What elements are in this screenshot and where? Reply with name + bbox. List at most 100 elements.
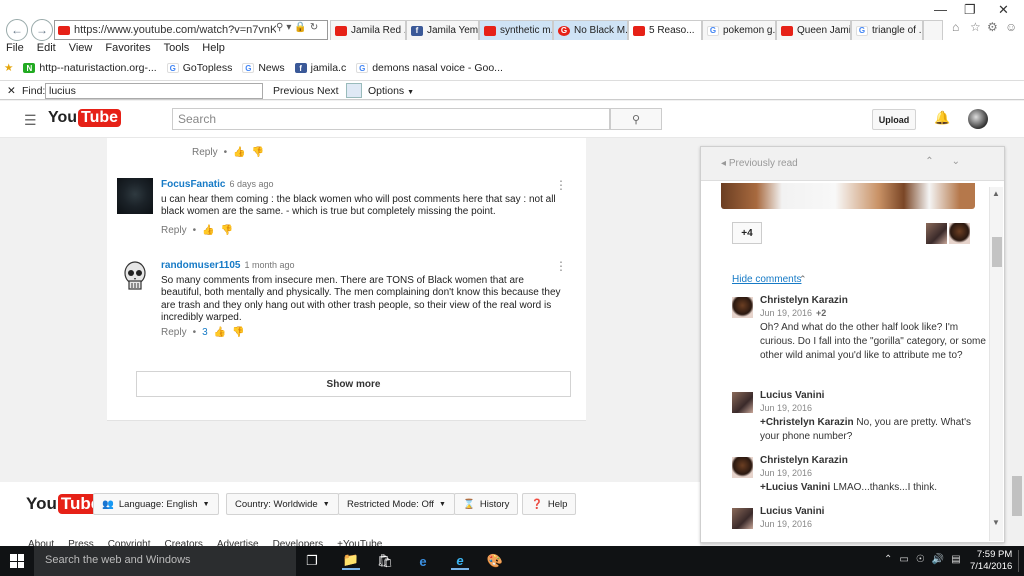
favorites-star-icon[interactable]: ☆ <box>970 20 981 34</box>
volume-icon[interactable]: 🔊 <box>932 554 944 565</box>
system-clock[interactable]: 7:59 PM 7/14/2016 <box>970 549 1012 573</box>
file-explorer-icon[interactable]: 📁 <box>342 552 360 570</box>
search-input[interactable]: Search <box>172 108 610 130</box>
mention-link[interactable]: +Christelyn Karazin <box>760 417 854 428</box>
more-people-button[interactable]: +4 <box>732 222 762 244</box>
comment-author[interactable]: Lucius Vanini <box>760 390 986 401</box>
taskbar-search-input[interactable]: Search the web and Windows <box>34 546 296 576</box>
avatar[interactable] <box>949 223 970 244</box>
battery-icon[interactable]: ▭ <box>899 554 908 565</box>
comment-time[interactable]: 6 days ago <box>229 179 273 189</box>
upload-button[interactable]: Upload <box>872 109 916 130</box>
wifi-icon[interactable]: ☉ <box>916 554 925 565</box>
browser-tab[interactable]: Gtriangle of ... <box>851 20 923 40</box>
scrollbar-thumb[interactable] <box>1012 476 1022 516</box>
smiley-icon[interactable]: ☺ <box>1005 20 1017 34</box>
menu-file[interactable]: File <box>6 42 24 54</box>
minimize-icon[interactable]: — <box>934 2 947 17</box>
thumbs-up-icon[interactable]: 👍 <box>233 147 245 158</box>
guide-menu-icon[interactable]: ☰ <box>24 112 37 129</box>
windows-start-icon[interactable] <box>10 554 24 568</box>
browser-tab[interactable]: G No Black M... <box>553 20 628 40</box>
show-desktop-button[interactable] <box>1018 550 1019 572</box>
comment-author[interactable]: FocusFanatic <box>161 179 225 190</box>
thumbs-up-icon[interactable]: 👍 <box>214 327 226 338</box>
notification-thumbnail[interactable] <box>721 183 975 209</box>
chevron-up-icon[interactable]: ▲ <box>992 189 1000 198</box>
browser-tab[interactable]: synthetic m... <box>479 20 553 40</box>
menu-favorites[interactable]: Favorites <box>105 42 150 54</box>
chevron-down-icon[interactable]: ⌄ <box>952 156 978 167</box>
thumbs-down-icon[interactable]: 👎 <box>221 225 233 236</box>
menu-help[interactable]: Help <box>202 42 225 54</box>
reply-button[interactable]: Reply <box>161 327 187 338</box>
browser-tab-active[interactable]: 5 Reaso...× <box>628 20 702 40</box>
history-button[interactable]: ⌛ History <box>454 493 519 515</box>
skull-avatar[interactable] <box>117 259 153 295</box>
show-more-button[interactable]: Show more <box>136 371 571 397</box>
avatar[interactable] <box>732 457 753 478</box>
browser-tab[interactable]: Queen Jami... <box>776 20 851 40</box>
avatar[interactable] <box>732 297 753 318</box>
favorites-star-icon[interactable]: ★ <box>4 62 13 74</box>
comment-author[interactable]: Christelyn Karazin <box>760 455 986 466</box>
notifications-icon[interactable]: ▤ <box>951 554 960 565</box>
reply-button[interactable]: Reply <box>161 225 187 236</box>
favorite-link[interactable]: G News <box>242 62 285 74</box>
previously-read-button[interactable]: ◂ Previously read <box>721 158 798 169</box>
new-tab-button[interactable] <box>923 20 943 40</box>
find-previous-button[interactable]: Previous <box>273 85 314 97</box>
menu-tools[interactable]: Tools <box>164 42 190 54</box>
comment-author[interactable]: randomuser1105 <box>161 260 241 271</box>
mention-link[interactable]: +Lucius Vanini <box>760 482 830 493</box>
restore-icon[interactable]: ❐ <box>964 2 976 18</box>
paint-icon[interactable]: 🎨 <box>486 552 504 570</box>
account-avatar[interactable] <box>968 109 988 129</box>
reply-count[interactable]: 3 <box>202 327 208 338</box>
language-button[interactable]: 👥 Language: English ▼ <box>93 493 219 515</box>
store-icon[interactable]: 🛍 <box>376 552 394 570</box>
browser-tab[interactable]: f Jamila Yem... <box>406 20 479 40</box>
comment-author[interactable]: Lucius Vanini <box>760 506 986 517</box>
close-window-icon[interactable]: ✕ <box>998 2 1009 18</box>
find-next-button[interactable]: Next <box>317 85 339 97</box>
edge-icon[interactable]: e <box>414 552 432 570</box>
more-options-icon[interactable]: ⋮ <box>555 259 567 273</box>
menu-edit[interactable]: Edit <box>37 42 56 54</box>
avatar[interactable] <box>732 392 753 413</box>
chevron-up-icon[interactable]: ⌃ <box>925 156 951 167</box>
favorite-link[interactable]: Nhttp--naturistaction.org-... <box>23 62 157 74</box>
scrollbar-thumb[interactable] <box>992 237 1002 267</box>
back-button[interactable]: ← <box>6 19 28 41</box>
youtube-logo[interactable]: You Tube <box>48 109 122 127</box>
hide-comments-link[interactable]: Hide comments <box>732 274 801 285</box>
search-button[interactable]: ⚲ <box>610 108 662 130</box>
thumbs-down-icon[interactable]: 👎 <box>252 147 264 158</box>
reply-button[interactable]: Reply <box>192 147 218 158</box>
country-button[interactable]: Country: Worldwide ▼ <box>226 493 339 515</box>
page-scrollbar[interactable] <box>1010 138 1024 545</box>
comment-time[interactable]: 1 month ago <box>245 260 295 270</box>
highlight-icon[interactable] <box>346 83 362 98</box>
comment-author[interactable]: Christelyn Karazin <box>760 295 986 306</box>
refresh-icon[interactable]: ↻ <box>310 22 321 33</box>
help-button[interactable]: ❓ Help <box>522 493 577 515</box>
search-icon[interactable]: ⚲ <box>276 22 286 33</box>
plus-count[interactable]: +2 <box>816 308 826 318</box>
notifications-scrollbar[interactable]: ▲ ▼ <box>989 187 1003 541</box>
home-icon[interactable]: ⌂ <box>952 20 959 34</box>
chevron-down-icon[interactable]: ▼ <box>992 518 1000 527</box>
close-find-icon[interactable]: ✕ <box>7 85 16 97</box>
browser-tab[interactable]: Gpokemon g... <box>702 20 776 40</box>
find-options-button[interactable]: Options ▼ <box>368 85 414 97</box>
thumbs-down-icon[interactable]: 👎 <box>232 327 244 338</box>
more-options-icon[interactable]: ⋮ <box>555 178 567 192</box>
find-input[interactable]: lucius <box>45 83 263 99</box>
restricted-mode-button[interactable]: Restricted Mode: Off ▼ <box>338 493 455 515</box>
browser-tab[interactable]: Jamila Red ... <box>330 20 406 40</box>
favorite-link[interactable]: f jamila.c <box>294 62 346 74</box>
favorite-link[interactable]: Gdemons nasal voice - Goo... <box>356 62 503 74</box>
settings-gear-icon[interactable]: ⚙ <box>987 20 998 34</box>
forward-button[interactable]: → <box>31 19 53 41</box>
avatar[interactable] <box>117 178 153 214</box>
